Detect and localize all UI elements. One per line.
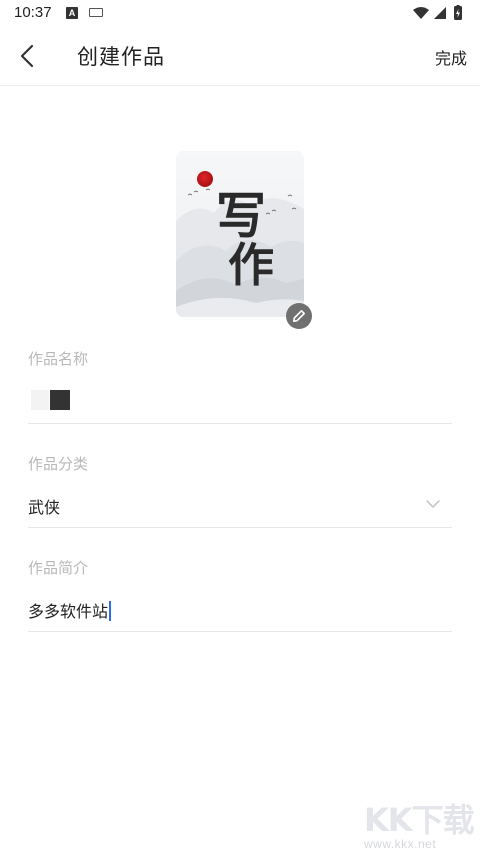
chevron-left-icon [20,44,34,68]
edit-cover-button[interactable] [286,303,312,329]
pencil-icon [293,310,305,322]
category-label: 作品分类 [28,455,89,473]
app-header: 创建作品 完成 [0,26,480,86]
notification-a-icon: A [66,7,78,19]
red-sun-icon [197,171,213,187]
wifi-icon [413,7,429,19]
status-icons [412,5,468,21]
watermark-logo: KK下载 [364,801,475,839]
svg-text:作: 作 [228,238,274,292]
category-select[interactable]: 武侠 [28,494,60,518]
text-cursor [109,601,112,621]
name-input-block[interactable] [50,390,70,410]
cover-image[interactable]: 写 作 [176,151,304,317]
done-button[interactable]: 完成 [435,45,467,69]
watermark-url: www.kkx.net [364,837,437,851]
name-input-placeholder[interactable] [31,390,49,410]
divider [28,527,452,528]
back-button[interactable] [12,40,42,72]
page-title: 创建作品 [77,45,165,69]
watermark: KK下载 www.kkx.net [360,793,480,853]
name-label: 作品名称 [28,350,89,368]
chevron-down-icon[interactable] [424,497,442,511]
svg-text:写: 写 [216,186,266,245]
signal-icon [434,7,446,19]
keyboard-icon [89,8,103,17]
status-bar: 10:37 A [0,0,480,26]
intro-input[interactable]: 多多软件站 [28,598,112,622]
divider [28,631,452,632]
intro-label: 作品简介 [28,559,89,577]
battery-icon [454,5,462,20]
divider [28,423,452,424]
status-time: 10:37 [14,4,52,21]
intro-text: 多多软件站 [28,602,109,621]
